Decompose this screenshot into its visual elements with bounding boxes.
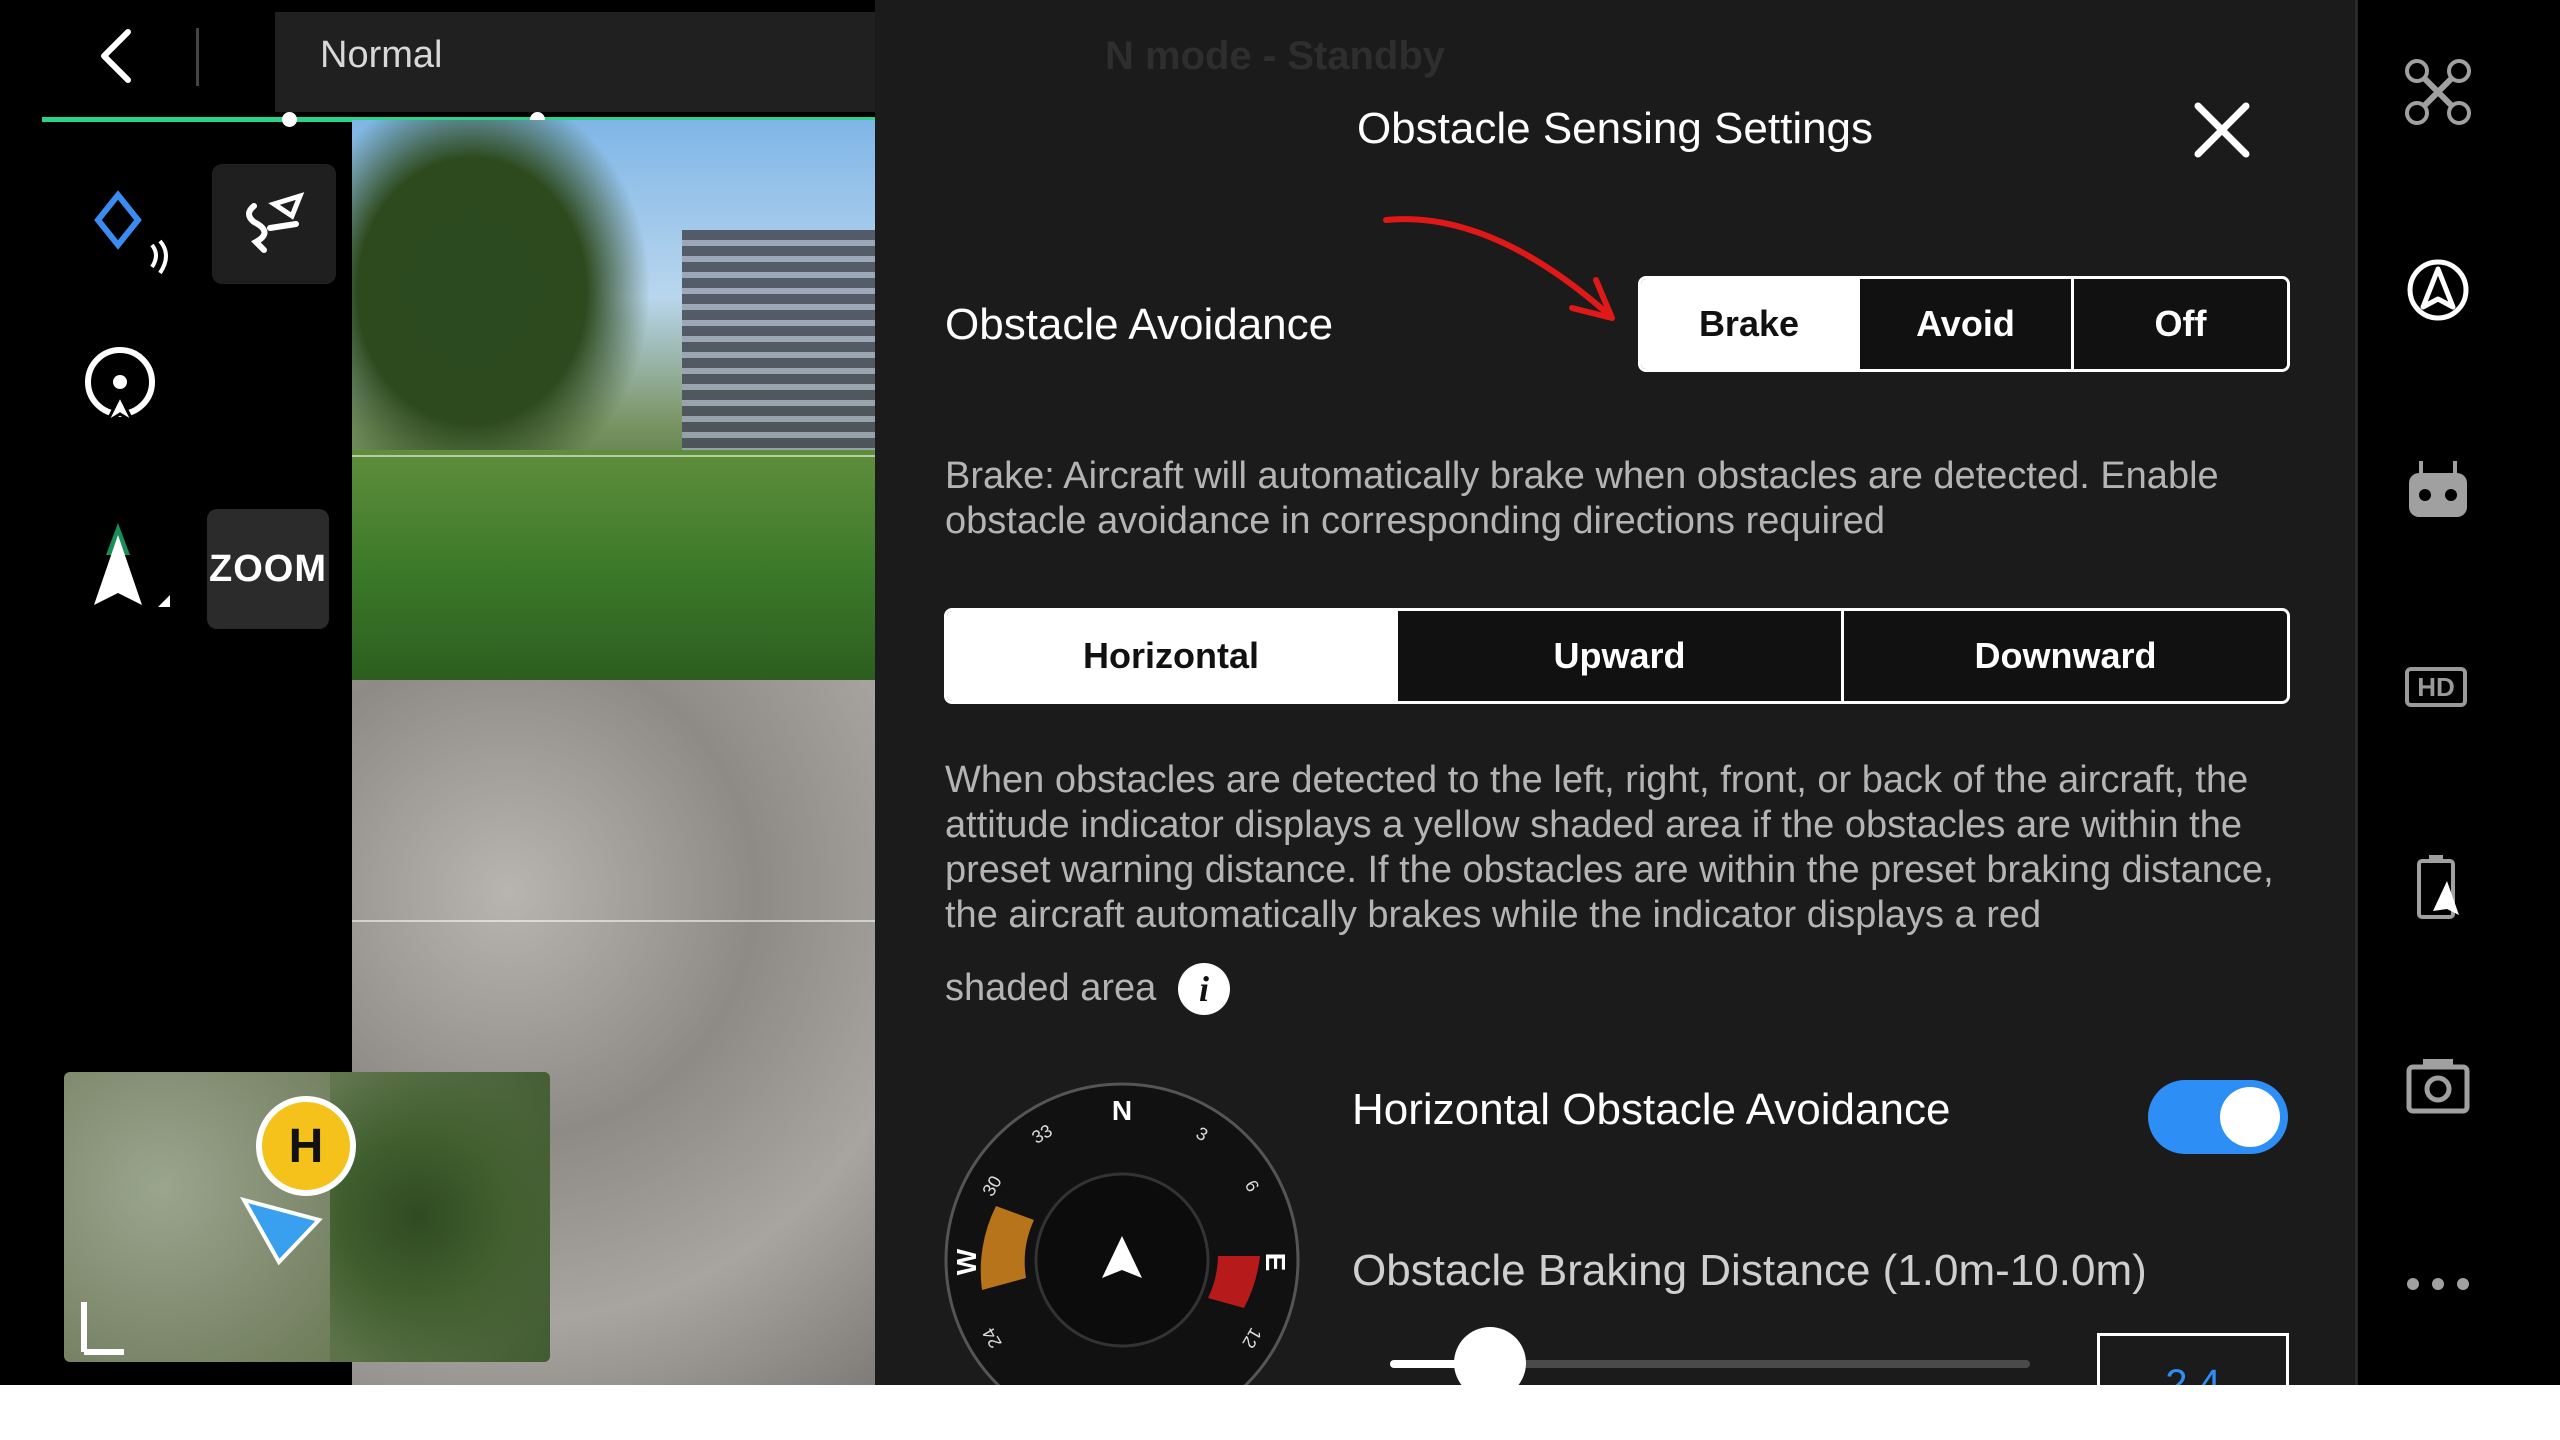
braking-distance-label: Obstacle Braking Distance (1.0m-10.0m)	[1352, 1246, 2147, 1295]
map-expand-icon[interactable]	[81, 1302, 124, 1355]
avoidance-mode-selector: Brake Avoid Off	[1638, 276, 2290, 372]
flight-mode-label: Normal	[320, 34, 443, 76]
feed-tree	[352, 120, 652, 500]
remote-controller-icon[interactable]	[2400, 452, 2476, 528]
battery-icon[interactable]	[2400, 848, 2476, 924]
feed-grass	[352, 450, 875, 680]
toggle-knob[interactable]	[2220, 1087, 2280, 1147]
drone-icon[interactable]	[2400, 54, 2476, 130]
timeline-marker[interactable]	[282, 112, 297, 127]
aircraft-arrow-icon	[239, 1196, 323, 1266]
obstacle-radar: N E W 33 3 30 6 24 12	[944, 1082, 1300, 1385]
gridline	[352, 920, 875, 922]
brake-description: Brake: Aircraft will automatically brake…	[945, 455, 2219, 542]
radar-east: E	[1260, 1253, 1291, 1272]
app-window: ZOOM Normal H N mode - Standby Obstacle …	[0, 0, 2560, 1385]
direction-tabs: Horizontal Upward Downward	[944, 608, 2290, 704]
back-icon[interactable]	[92, 26, 146, 86]
flight-mode-icon[interactable]	[2400, 252, 2476, 328]
horizontal-avoidance-toggle[interactable]	[2148, 1080, 2288, 1154]
locate-aircraft-icon[interactable]	[70, 335, 170, 435]
gridline	[352, 455, 875, 457]
compass-aircraft-icon[interactable]	[70, 515, 180, 625]
info-icon[interactable]: i	[1178, 963, 1230, 1015]
top-bar: Normal	[0, 0, 875, 118]
background-status-text: N mode - Standby	[1105, 34, 1446, 78]
waypoint-diamond-icon[interactable]	[80, 175, 190, 285]
zoom-button[interactable]: ZOOM	[207, 509, 329, 629]
brake-option[interactable]: Brake	[1641, 279, 1857, 369]
tab-downward[interactable]: Downward	[1840, 611, 2287, 701]
braking-distance-slider[interactable]	[1390, 1327, 2030, 1385]
obstacle-avoidance-label: Obstacle Avoidance	[945, 300, 1334, 349]
hd-icon[interactable]: HD	[2405, 667, 2467, 707]
radar-west: W	[951, 1248, 982, 1275]
braking-distance-input[interactable]: 2.4	[2097, 1333, 2289, 1385]
more-icon[interactable]	[2400, 1246, 2476, 1322]
tab-upward[interactable]: Upward	[1394, 611, 1841, 701]
horizontal-description-tail: shaded area	[945, 967, 1157, 1009]
camera-icon[interactable]	[2400, 1048, 2476, 1124]
top-divider	[196, 28, 199, 86]
horizontal-avoidance-label: Horizontal Obstacle Avoidance	[1352, 1085, 1951, 1134]
panel-title: Obstacle Sensing Settings	[1356, 104, 1874, 153]
horizontal-description: When obstacles are detected to the left,…	[945, 759, 2274, 936]
avoid-option[interactable]: Avoid	[1856, 279, 2071, 369]
radar-north: N	[1112, 1095, 1132, 1126]
home-point-marker: H	[256, 1096, 356, 1196]
off-option[interactable]: Off	[2070, 279, 2287, 369]
annotation-arrow	[1383, 216, 1615, 321]
close-icon[interactable]	[2190, 98, 2254, 162]
quickshot-icon[interactable]	[212, 164, 336, 284]
tab-horizontal[interactable]: Horizontal	[947, 611, 1395, 701]
